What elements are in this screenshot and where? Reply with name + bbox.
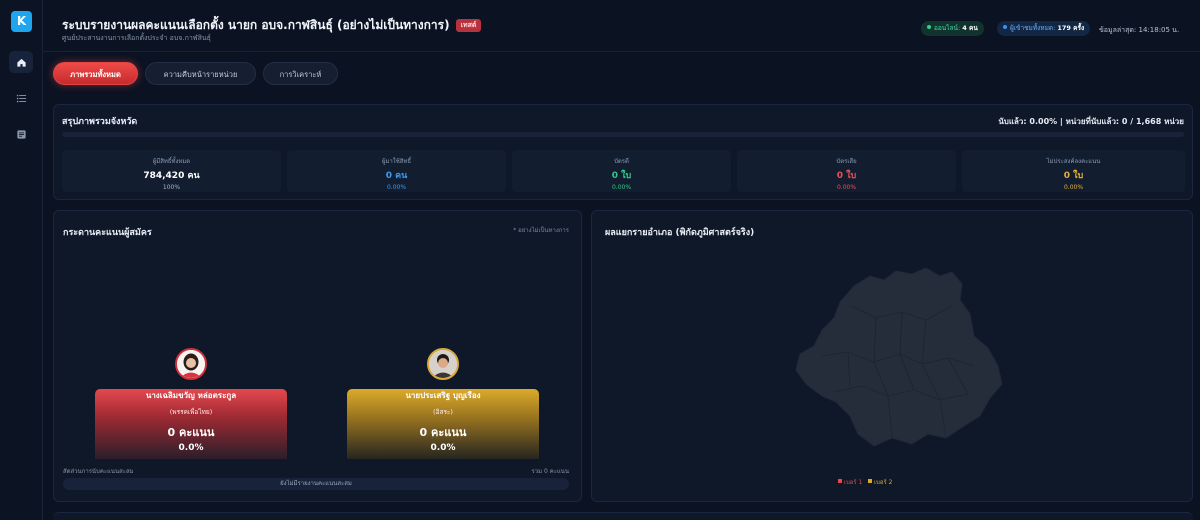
sidebar: K	[0, 0, 43, 520]
stat-invalid-ballots: บัตรเสีย 0 ใบ 0.00%	[737, 150, 956, 192]
stat-label: ไม่ประสงค์ลงคะแนน	[1046, 158, 1101, 165]
stat-turnout: ผู้มาใช้สิทธิ์ 0 คน 0.00%	[287, 150, 506, 192]
candidate-board-card: กระดานคะแนนผู้สมัคร * อย่างไม่เป็นทางการ…	[53, 210, 582, 502]
legend-label: เบอร์ 1	[843, 479, 863, 486]
vote-share-label: สัดส่วนการนับคะแนนสะสม	[63, 468, 134, 475]
candidate-pct: 0.0%	[430, 443, 456, 453]
stat-value: 0 ใบ	[611, 171, 632, 181]
legend-swatch	[868, 479, 873, 483]
tab-overview[interactable]: ภาพรวมทั้งหมด	[53, 62, 138, 85]
stat-label: ผู้มาใช้สิทธิ์	[381, 158, 412, 165]
candidate-1-avatar	[175, 348, 207, 380]
stat-valid-ballots: บัตรดี 0 ใบ 0.00%	[512, 150, 731, 192]
stat-value: 784,420 คน	[143, 171, 200, 181]
count-progress-bar	[62, 132, 1184, 137]
legend-label: เบอร์ 2	[874, 479, 893, 486]
candidate-votes: 0 คะแนน	[419, 426, 467, 439]
map-title: ผลแยกรายอำเภอ (พิกัดภูมิศาสตร์จริง)	[605, 228, 755, 238]
candidate-name: นายประเสริฐ บุญเรือง	[405, 391, 481, 400]
sidebar-item-list[interactable]	[9, 87, 33, 109]
sidebar-item-home[interactable]	[9, 51, 33, 73]
vote-share-bar: ยังไม่มีรายงานคะแนนสะสม	[63, 478, 569, 490]
tab-analysis[interactable]: การวิเคราะห์	[263, 62, 338, 85]
summary-title: สรุปภาพรวมจังหวัด	[62, 117, 138, 127]
district-map[interactable]	[792, 266, 1007, 456]
online-label: ออนไลน์:	[934, 24, 961, 32]
beta-badge: เทสต์	[455, 19, 482, 32]
stat-label: ผู้มีสิทธิ์ทั้งหมด	[152, 158, 191, 165]
map-legend: เบอร์ 1 เบอร์ 2	[838, 477, 892, 487]
candidate-votes: 0 คะแนน	[167, 426, 215, 439]
candidate-2-avatar	[427, 348, 459, 380]
page-subtitle: ศูนย์ประสานงานการเลือกตั้งประจำ อบจ.กาฬส…	[62, 34, 211, 42]
online-dot-icon	[927, 25, 931, 29]
views-dot-icon	[1003, 25, 1007, 29]
board-title: กระดานคะแนนผู้สมัคร	[63, 228, 152, 238]
stat-pct: 0.00%	[836, 184, 857, 191]
candidate-1-card[interactable]: นางเฉลิมขวัญ หล่อตระกูล (พรรคเพื่อไทย) 0…	[95, 389, 287, 459]
next-card-edge	[53, 512, 1193, 520]
total-votes-label: รวม 0 คะแนน	[531, 468, 570, 475]
app-logo[interactable]: K	[11, 11, 32, 32]
views-badge: ผู้เข้าชมทั้งหมด: 179 ครั้ง	[997, 21, 1091, 36]
sidebar-item-report[interactable]	[9, 123, 33, 145]
stat-eligible: ผู้มีสิทธิ์ทั้งหมด 784,420 คน 100%	[62, 150, 281, 192]
stat-label: บัตรดี	[614, 158, 629, 165]
list-icon	[16, 94, 26, 102]
stat-value: 0 ใบ	[1063, 171, 1084, 181]
online-value: 4 คน	[962, 24, 978, 32]
unofficial-note: * อย่างไม่เป็นทางการ	[513, 227, 569, 234]
home-icon	[16, 58, 26, 67]
stat-label: บัตรเสีย	[836, 158, 857, 165]
candidate-pct: 0.0%	[178, 443, 204, 453]
views-label: ผู้เข้าชมทั้งหมด:	[1010, 24, 1056, 32]
province-summary-card: สรุปภาพรวมจังหวัด นับแล้ว: 0.00% | หน่วย…	[53, 104, 1193, 200]
candidate-party: (อิสระ)	[433, 408, 453, 416]
tab-unit-progress[interactable]: ความคืบหน้ารายหน่วย	[145, 62, 256, 85]
candidate-party: (พรรคเพื่อไทย)	[169, 408, 213, 416]
legend-swatch	[838, 479, 842, 483]
views-value: 179 ครั้ง	[1057, 24, 1085, 32]
stat-pct: 0.00%	[611, 184, 632, 191]
stat-value: 0 คน	[385, 171, 408, 181]
stat-no-vote: ไม่ประสงค์ลงคะแนน 0 ใบ 0.00%	[962, 150, 1185, 192]
counted-status: นับแล้ว: 0.00% | หน่วยที่นับแล้ว: 0 / 1,…	[998, 117, 1184, 126]
online-badge: ออนไลน์: 4 คน	[921, 21, 984, 36]
stat-value: 0 ใบ	[836, 171, 857, 181]
district-map-card: ผลแยกรายอำเภอ (พิกัดภูมิศาสตร์จริง) เบอร…	[591, 210, 1193, 502]
stat-pct: 100%	[162, 184, 181, 191]
last-updated: ข้อมูลล่าสุด: 14:18:05 น.	[1099, 26, 1180, 34]
candidate-2-card[interactable]: นายประเสริฐ บุญเรือง (อิสระ) 0 คะแนน 0.0…	[347, 389, 539, 459]
candidate-name: นางเฉลิมขวัญ หล่อตระกูล	[145, 391, 237, 400]
stat-pct: 0.00%	[386, 184, 407, 191]
header: ระบบรายงานผลคะแนนเลือกตั้ง นายก อบจ.กาฬส…	[43, 0, 1200, 52]
stat-pct: 0.00%	[1063, 184, 1084, 191]
page-title-text: ระบบรายงานผลคะแนนเลือกตั้ง นายก อบจ.กาฬส…	[62, 18, 450, 32]
report-icon	[16, 129, 26, 139]
